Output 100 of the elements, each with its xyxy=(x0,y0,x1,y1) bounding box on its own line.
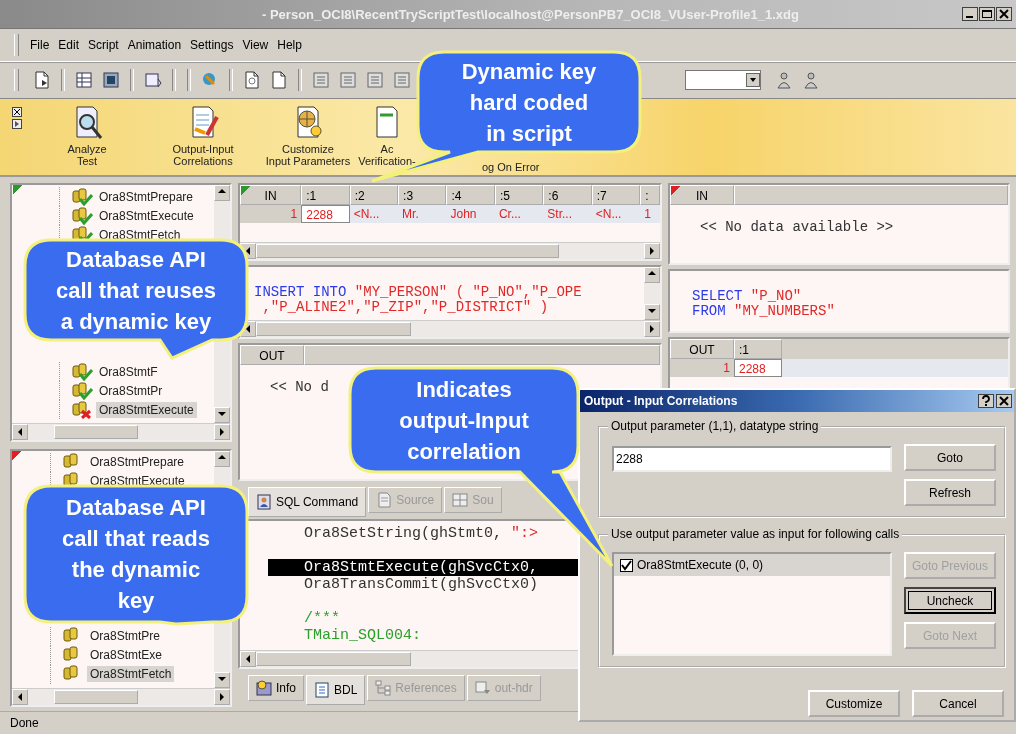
new-document-icon[interactable] xyxy=(33,71,51,89)
status-text: Done xyxy=(10,716,39,730)
menu-item[interactable]: Help xyxy=(274,36,308,54)
horizontal-scrollbar[interactable] xyxy=(12,422,230,440)
menu-item[interactable]: Animation xyxy=(124,36,188,54)
column-header[interactable]: :1 xyxy=(734,339,782,359)
column-header[interactable]: : xyxy=(640,185,660,205)
table-cell-text: Mr. xyxy=(401,206,420,223)
scroll-right-button[interactable] xyxy=(644,321,660,337)
toolbar-grip[interactable] xyxy=(14,69,19,91)
column-header[interactable]: :7 xyxy=(591,185,641,205)
tab[interactable]: Info xyxy=(248,675,304,701)
scroll-thumb[interactable] xyxy=(256,244,559,258)
scroll-left-button[interactable] xyxy=(12,689,28,705)
magnifier-icon[interactable] xyxy=(243,71,261,89)
scroll-thumb[interactable] xyxy=(256,652,412,666)
scroll-up-button[interactable] xyxy=(644,267,660,283)
scroll-right-button[interactable] xyxy=(214,423,230,440)
menu-item[interactable]: File xyxy=(27,36,56,54)
tab[interactable]: BDL xyxy=(306,675,366,705)
dialog-title: Output - Input Correlations xyxy=(583,394,739,408)
dialog-button[interactable]: Refresh xyxy=(904,479,996,506)
dropdown[interactable] xyxy=(685,70,761,90)
user-icon[interactable] xyxy=(775,71,793,89)
tree-item[interactable]: Ora8StmtPrepare xyxy=(87,454,188,470)
tree-item[interactable]: Ora8StmtExe xyxy=(87,647,166,663)
document-icon[interactable] xyxy=(270,71,288,89)
sql-text: FROM "MY_NUMBERS" xyxy=(692,304,835,319)
maximize-icon xyxy=(979,7,995,21)
empty-message: << No data available >> xyxy=(700,219,894,235)
text-field[interactable]: 2288 xyxy=(612,446,892,472)
dialog-button[interactable]: Goto xyxy=(904,444,996,471)
scroll-down-button[interactable] xyxy=(214,406,230,423)
tree-diagram-icon xyxy=(375,680,392,696)
column-header[interactable]: :6 xyxy=(543,185,592,205)
column-header[interactable]: IN xyxy=(240,185,302,205)
table-cell-text: Cr... xyxy=(497,206,522,223)
column-header[interactable]: :1 xyxy=(301,185,350,205)
column-header[interactable]: :5 xyxy=(494,185,544,205)
tree-item[interactable]: Ora8StmtPr xyxy=(96,382,166,399)
dialog-button[interactable]: Uncheck xyxy=(904,587,996,614)
menu-item[interactable]: Script xyxy=(85,36,125,54)
menu-item[interactable]: Settings xyxy=(187,36,240,54)
workflow-button[interactable]: Analyze Test xyxy=(26,99,148,167)
scroll-thumb[interactable] xyxy=(54,424,138,439)
empty-message: << No d xyxy=(270,379,329,395)
scroll-right-button[interactable] xyxy=(214,689,230,705)
close-icon xyxy=(996,7,1012,21)
workflow-button[interactable]: Ac Verification- xyxy=(358,99,416,167)
tree-item[interactable]: Ora8StmtExecute xyxy=(96,207,197,224)
table-cell-text: 1 xyxy=(643,206,652,223)
grid-icon[interactable] xyxy=(102,71,120,89)
column-header[interactable]: :3 xyxy=(398,185,447,205)
tree-item[interactable]: Ora8StmtExecute xyxy=(96,401,197,418)
minimize-icon xyxy=(962,7,978,21)
workflow-button[interactable]: og On Error xyxy=(482,161,540,173)
scroll-right-button[interactable] xyxy=(644,243,660,259)
tree-item[interactable]: Ora8StmtPrepare xyxy=(96,188,197,205)
scroll-left-button[interactable] xyxy=(12,423,28,440)
user-icon[interactable] xyxy=(802,71,820,89)
workflow-button[interactable]: Output-Input Correlations xyxy=(148,99,258,167)
column-header[interactable]: :2 xyxy=(349,185,399,205)
lines-document-icon xyxy=(314,682,330,698)
tree-item[interactable]: Ora8StmtF xyxy=(96,363,161,380)
scroll-thumb[interactable] xyxy=(256,322,412,336)
dialog-button[interactable]: Customize xyxy=(808,690,900,717)
menu-item[interactable]: View xyxy=(239,36,275,54)
arrow-icon xyxy=(12,119,22,129)
vertical-scrollbar[interactable] xyxy=(644,267,660,320)
tree-item[interactable]: Ora8StmtPre xyxy=(87,628,164,644)
callout-tooltip: Database API call that reads the dynamic key xyxy=(23,484,249,626)
scroll-up-button[interactable] xyxy=(214,450,230,467)
column-header[interactable]: IN xyxy=(670,185,734,205)
scroll-thumb[interactable] xyxy=(54,690,138,704)
horizontal-scrollbar[interactable] xyxy=(12,688,230,705)
column-header[interactable]: OUT xyxy=(240,345,304,365)
scroll-down-button[interactable] xyxy=(214,672,230,688)
toolbar-grip[interactable] xyxy=(14,34,19,56)
workflow-button[interactable]: Customize Input Parameters xyxy=(258,99,358,167)
list-item[interactable]: Ora8StmtExecute (0, 0) xyxy=(614,554,890,576)
scroll-down-button[interactable] xyxy=(644,304,660,320)
scroll-left-button[interactable] xyxy=(240,651,256,667)
tree-item[interactable]: Ora8StmtFetch xyxy=(87,666,175,682)
scroll-up-button[interactable] xyxy=(214,185,230,201)
sql-text: SELECT "P_NO" xyxy=(692,289,802,304)
dialog-button[interactable]: Cancel xyxy=(912,690,1004,717)
help-icon xyxy=(978,394,994,408)
tile-icon[interactable] xyxy=(75,71,93,89)
horizontal-scrollbar[interactable] xyxy=(240,320,660,337)
horizontal-scrollbar[interactable] xyxy=(240,242,660,259)
table-cell: 2288 xyxy=(301,205,350,223)
tab[interactable]: SQL Command xyxy=(248,487,367,517)
menu-item[interactable]: Edit xyxy=(55,36,86,54)
document-icon xyxy=(376,492,393,508)
table-cell-text: <N... xyxy=(594,206,623,223)
group-label: Output parameter (1,1), datatype string xyxy=(608,419,822,433)
checkbox[interactable] xyxy=(620,558,633,572)
column-header[interactable]: OUT xyxy=(670,339,734,359)
column-header[interactable]: :4 xyxy=(446,185,495,205)
callout-tooltip: Database API call that reuses a dynamic key xyxy=(23,238,249,360)
